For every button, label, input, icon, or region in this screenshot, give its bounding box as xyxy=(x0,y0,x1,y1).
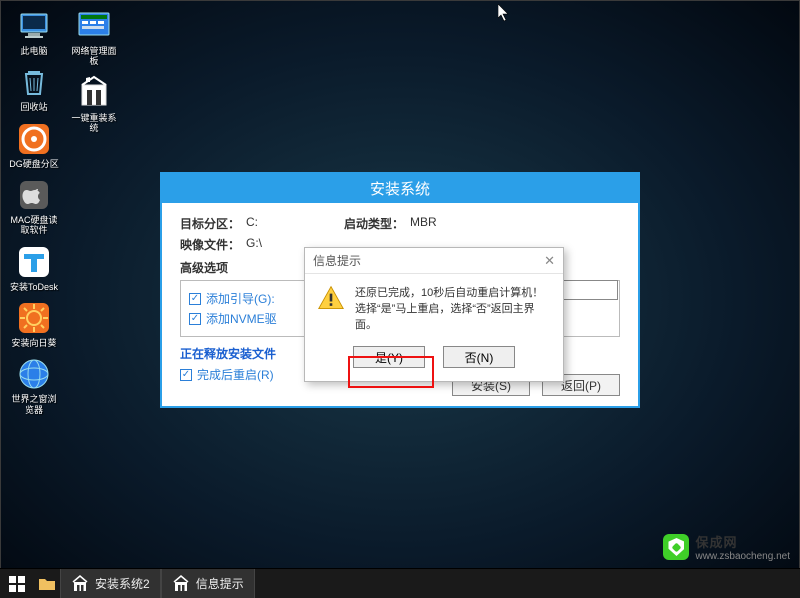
desktop-icon-this-pc[interactable]: 此电脑 xyxy=(8,8,60,56)
shield-icon xyxy=(663,534,689,560)
target-partition-value: C: xyxy=(246,215,258,232)
mouse-cursor-icon xyxy=(498,4,510,22)
taskbar-item-info-prompt[interactable]: 信息提示 xyxy=(161,569,255,598)
desktop-icon-network-panel[interactable]: 网络管理面板 xyxy=(68,8,120,67)
desktop-icon-mac-disk-reader[interactable]: MAC硬盘读取软件 xyxy=(8,177,60,236)
watermark-url: www.zsbaocheng.net xyxy=(695,551,790,562)
taskbar: 安装系统2 信息提示 xyxy=(0,568,800,598)
desktop: 此电脑 回收站 DG硬盘分区 MAC硬盘读取软件 安装ToDesk 安装向日葵 xyxy=(8,8,120,415)
boot-type-label: 启动类型： xyxy=(344,215,404,232)
boot-type-value: MBR xyxy=(410,215,437,232)
no-button[interactable]: 否(N) xyxy=(443,346,515,368)
house-icon xyxy=(71,575,89,593)
close-icon[interactable]: ✕ xyxy=(544,253,555,269)
yes-button[interactable]: 是(Y) xyxy=(353,346,425,368)
taskbar-quick-launch[interactable] xyxy=(34,569,60,598)
image-file-label: 映像文件： xyxy=(180,236,240,253)
watermark-brand: 保成网 xyxy=(695,532,790,551)
warning-icon xyxy=(317,284,345,312)
desktop-icon-world-browser[interactable]: 世界之窗浏览器 xyxy=(8,356,60,415)
house-icon xyxy=(172,575,190,593)
installer-title: 安装系统 xyxy=(162,174,638,203)
desktop-icon-install-sunlogin[interactable]: 安装向日葵 xyxy=(8,300,60,348)
dialog-line2: 选择“是”马上重启，选择“否”返回主界面。 xyxy=(355,300,551,332)
desktop-icon-one-click-reinstall[interactable]: 一键重装系统 xyxy=(68,75,120,134)
image-file-value: G:\ xyxy=(246,236,262,253)
dialog-title: 信息提示 xyxy=(313,252,361,269)
desktop-icon-recycle-bin[interactable]: 回收站 xyxy=(8,64,60,112)
start-button[interactable] xyxy=(0,569,34,598)
watermark: 保成网 www.zsbaocheng.net xyxy=(663,532,790,562)
taskbar-item-install-system[interactable]: 安装系统2 xyxy=(60,569,161,598)
folder-icon[interactable] xyxy=(38,575,56,593)
desktop-icon-install-todesk[interactable]: 安装ToDesk xyxy=(8,244,60,292)
target-partition-label: 目标分区： xyxy=(180,215,240,232)
desktop-icon-dg-partition[interactable]: DG硬盘分区 xyxy=(8,121,60,169)
dialog-line1: 还原已完成，10秒后自动重启计算机！ xyxy=(355,284,551,300)
info-dialog: 信息提示 ✕ 还原已完成，10秒后自动重启计算机！ 选择“是”马上重启，选择“否… xyxy=(304,247,564,382)
